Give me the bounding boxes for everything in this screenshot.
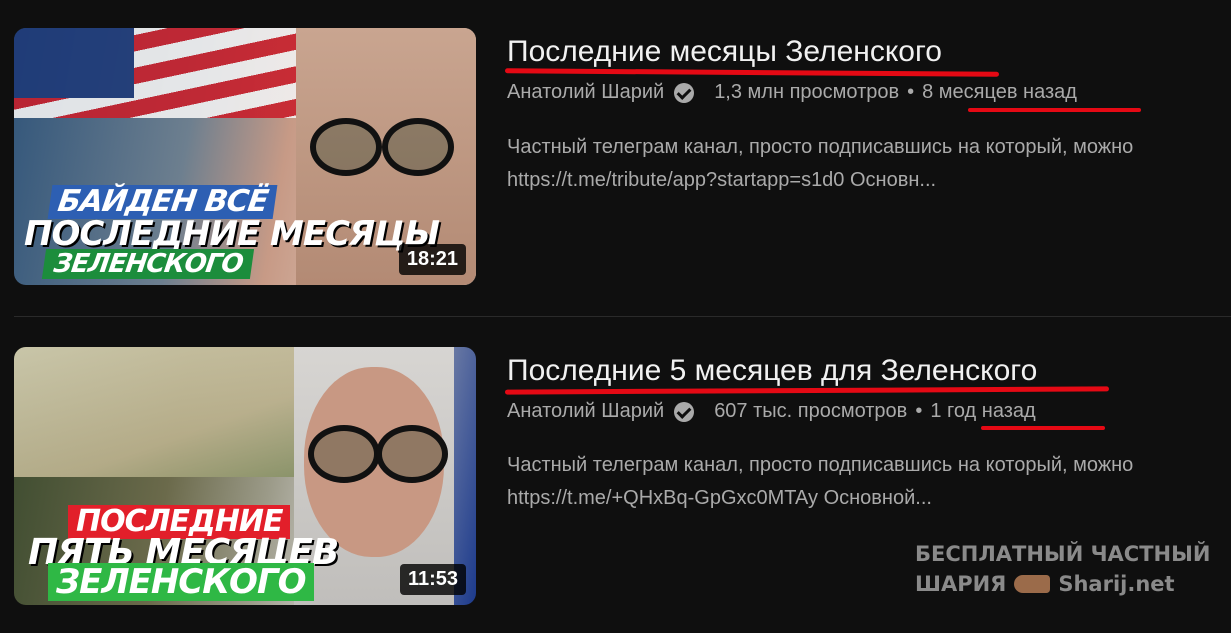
pointing-hand-icon [1014,575,1051,593]
view-count: 607 тыс. просмотров [714,400,908,422]
watermark-text: ШАРИЯ [915,572,1007,596]
meta-separator: • [915,400,923,422]
video-description: Частный телеграм канал, просто подписавш… [507,131,1231,197]
meta-separator: • [907,81,915,103]
video-meta: Анатолий Шарий 1,3 млн просмотров • 8 ме… [507,81,1077,104]
upload-age: 8 месяцев назад [922,81,1077,103]
video-meta: Анатолий Шарий 607 тыс. просмотров • 1 г… [507,400,1036,423]
channel-name[interactable]: Анатолий Шарий [507,81,664,104]
watermark-line: ШАРИЯ Sharij.net [915,569,1210,599]
glasses-graphic [382,118,454,176]
view-count: 1,3 млн просмотров [714,81,900,103]
thumbnail-flag-graphic [14,28,314,118]
watermark-text: Sharij.net [1058,572,1175,596]
thumbnail-caption: ЗЕЛЕНСКОГО [48,563,314,601]
channel-name[interactable]: Анатолий Шарий [507,400,664,423]
video-description: Частный телеграм канал, просто подписавш… [507,449,1231,515]
description-line: Частный телеграм канал, просто подписавш… [507,136,1134,158]
verified-icon [674,82,695,103]
thumbnail-caption: ЗЕЛЕНСКОГО [41,249,255,279]
glasses-graphic [376,425,448,483]
glasses-graphic [308,425,380,483]
divider [14,316,1231,317]
thumbnail-caption: ПОСЛЕДНИЕ МЕСЯЦЫ [24,214,440,254]
watermark: БЕСПЛАТНЫЙ ЧАСТНЫЙ ШАРИЯ Sharij.net [915,539,1210,599]
upload-age: 1 год назад [930,400,1036,422]
watermark-line: БЕСПЛАТНЫЙ ЧАСТНЫЙ [915,542,1211,566]
description-line: https://t.me/+QHxBq-GpGxc0MTAy Основной.… [507,487,932,509]
verified-icon [674,401,695,422]
video-item[interactable]: БАЙДЕН ВСЁ ПОСЛЕДНИЕ МЕСЯЦЫ ЗЕЛЕНСКОГО 1… [0,0,1231,300]
annotation-underline [968,108,1141,112]
video-duration: 11:53 [399,564,466,595]
video-thumbnail[interactable]: ПОСЛЕДНИЕ ПЯТЬ МЕСЯЦЕВ ЗЕЛЕНСКОГО 11:53 [14,347,476,605]
video-duration: 18:21 [398,244,466,275]
description-line: Частный телеграм канал, просто подписавш… [507,454,1134,476]
annotation-underline [981,426,1105,430]
annotation-underline [504,68,1000,77]
description-line: https://t.me/tribute/app?startapp=s1d0 О… [507,169,937,191]
video-title[interactable]: Последние 5 месяцев для Зеленского [507,354,1037,388]
video-title[interactable]: Последние месяцы Зеленского [507,35,942,69]
glasses-graphic [310,118,382,176]
video-thumbnail[interactable]: БАЙДЕН ВСЁ ПОСЛЕДНИЕ МЕСЯЦЫ ЗЕЛЕНСКОГО 1… [14,28,476,285]
